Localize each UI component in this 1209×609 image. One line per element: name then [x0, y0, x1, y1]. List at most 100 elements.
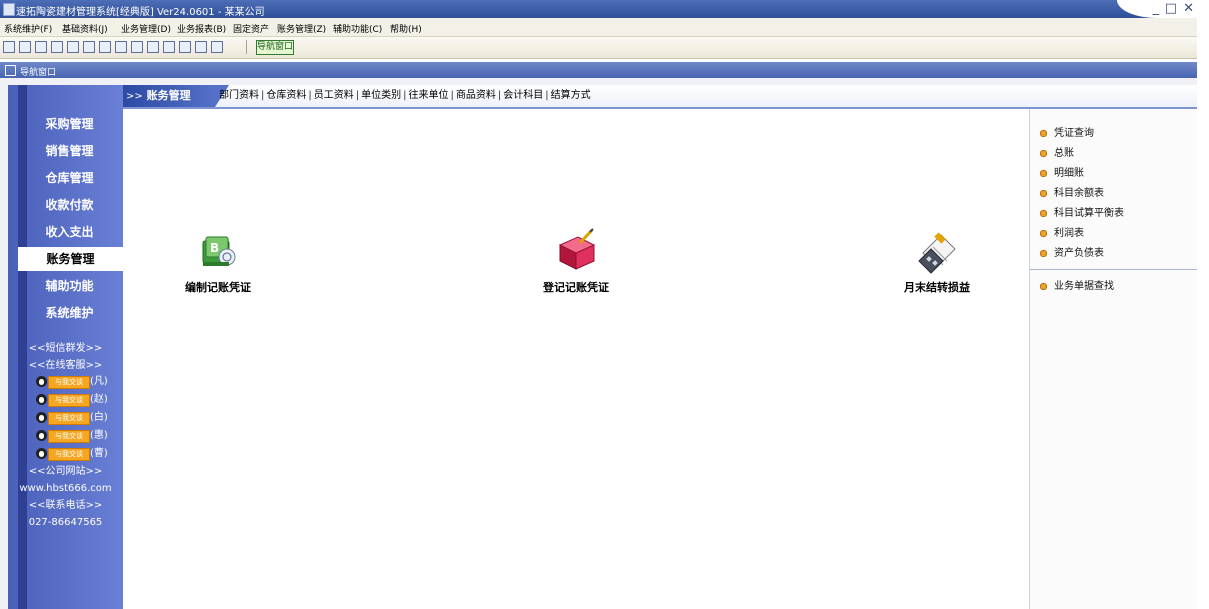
bullet-icon [1040, 149, 1047, 157]
menu-fixed-assets[interactable]: 固定资产 [233, 22, 269, 35]
quick-links: 部门资料 | 仓库资料 | 员工资料 | 单位类别 | 往来单位 | 商品资料 | 会计科目 | 结算方式 [219, 90, 591, 101]
svg-text:B: B [210, 241, 219, 255]
sidebar-item-payments[interactable]: 收款付款 [18, 193, 121, 217]
minimize-button[interactable]: _ [1153, 1, 1160, 17]
qq-contact[interactable]: 与我交谈 (曹) [36, 447, 111, 461]
tool-bar: 导航窗口 [0, 37, 1197, 59]
menu-help[interactable]: 帮助(H) [390, 22, 422, 35]
sidebar-item-warehouse[interactable]: 仓库管理 [18, 166, 121, 190]
menu-reports[interactable]: 业务报表(B) [177, 22, 226, 35]
note-icon[interactable] [115, 41, 127, 53]
create-voucher-label: 编制记账凭证 [185, 281, 251, 294]
menu-accounting[interactable]: 账务管理(Z) [277, 22, 326, 35]
website-label: <<公司网站>> [28, 466, 103, 477]
qq-contact-name: (凡) [90, 376, 108, 387]
sms-link[interactable]: <<短信群发>> [8, 342, 123, 355]
ledger-book-icon [552, 227, 600, 275]
qq-contact-name: (惠) [90, 430, 108, 441]
window-icon [5, 65, 16, 76]
create-voucher-action[interactable]: B 编制记账凭证 [148, 227, 288, 295]
qq-chat-badge: 与我交谈 [48, 448, 90, 461]
menu-system[interactable]: 系统维护(F) [4, 22, 52, 35]
maximize-button[interactable]: □ [1165, 1, 1177, 17]
close-button[interactable]: ✕ [1183, 1, 1194, 17]
online-service-link[interactable]: <<在线客服>> [8, 359, 123, 372]
qq-contact[interactable]: 与我交谈 (赵) [36, 393, 111, 407]
sidebar-item-accounting[interactable]: 账务管理 [18, 247, 123, 271]
link-accounts[interactable]: 会计科目 [503, 90, 543, 101]
report-link-balance-sheet[interactable]: 资产负债表 [1040, 244, 1104, 264]
bullet-icon [1040, 129, 1047, 137]
new-icon[interactable] [3, 41, 15, 53]
nav-panel-header: 导航窗口 [0, 62, 1197, 78]
sidebar-item-purchase[interactable]: 采购管理 [18, 112, 121, 136]
report-link-voucher-query[interactable]: 凭证查询 [1040, 124, 1094, 144]
menu-bar: 系统维护(F) 基础资料(J) 业务管理(D) 业务报表(B) 固定资产 账务管… [0, 18, 1197, 37]
nav-window-button[interactable]: 导航窗口 [256, 40, 294, 55]
copy-icon[interactable] [35, 41, 47, 53]
qq-penguin-icon [36, 412, 47, 423]
link-unit-categories[interactable]: 单位类别 [361, 90, 401, 101]
bullet-icon [1040, 169, 1047, 177]
qq-contact[interactable]: 与我交谈 (凡) [36, 375, 111, 389]
print-icon[interactable] [179, 41, 191, 53]
tab-arrow: >> [126, 91, 143, 102]
save-icon[interactable] [163, 41, 175, 53]
qq-contact[interactable]: 与我交谈 (惠) [36, 429, 111, 443]
nav-panel-title: 导航窗口 [20, 68, 57, 78]
tab-accounting-label: 账务管理 [146, 89, 191, 102]
toolbar-separator [246, 40, 247, 54]
register-voucher-action[interactable]: 登记记账凭证 [506, 227, 646, 295]
edit-icon[interactable] [67, 41, 79, 53]
qq-chat-badge: 与我交谈 [48, 412, 90, 425]
list-icon[interactable] [51, 41, 63, 53]
report-link-document-search[interactable]: 业务单据查找 [1040, 277, 1114, 297]
menu-auxiliary[interactable]: 辅助功能(C) [333, 22, 382, 35]
link-settlement[interactable]: 结算方式 [551, 90, 591, 101]
website-link[interactable]: www.hbst666.com [8, 482, 123, 495]
link-warehouses[interactable]: 仓库资料 [266, 90, 306, 101]
qq-chat-badge: 与我交谈 [48, 394, 90, 407]
qq-chat-badge: 与我交谈 [48, 376, 90, 389]
qq-penguin-icon [36, 430, 47, 441]
phone-number: 027-86647565 [28, 517, 103, 528]
help-icon[interactable] [195, 41, 207, 53]
bullet-icon [1040, 249, 1047, 257]
link-partners[interactable]: 往来单位 [409, 90, 449, 101]
exit-icon[interactable] [211, 41, 223, 53]
qq-contact-name: (赵) [90, 394, 108, 405]
mail-icon[interactable] [147, 41, 159, 53]
report-link-detail-ledger[interactable]: 明细账 [1040, 164, 1084, 184]
app-icon [3, 3, 15, 16]
report-link-trial-balance[interactable]: 科目试算平衡表 [1040, 204, 1124, 224]
tab-accounting[interactable]: >> 账务管理 [123, 85, 229, 107]
menu-business[interactable]: 业务管理(D) [121, 22, 171, 35]
title-bar: 速拓陶瓷建材管理系统[经典版] Ver24.0601 - 某某公司 _ □ ✕ [0, 0, 1197, 18]
sidebar-item-sales[interactable]: 销售管理 [18, 139, 121, 163]
register-voucher-label: 登记记账凭证 [543, 281, 609, 294]
report-link-account-balance[interactable]: 科目余额表 [1040, 184, 1104, 204]
link-products[interactable]: 商品资料 [456, 90, 496, 101]
report-link-income-statement[interactable]: 利润表 [1040, 224, 1084, 244]
sidebar: 采购管理 销售管理 仓库管理 收款付款 收入支出 账务管理 辅助功能 系统维护 … [8, 85, 123, 609]
qq-contact[interactable]: 与我交谈 (白) [36, 411, 111, 425]
link-employees[interactable]: 员工资料 [314, 90, 354, 101]
users-icon[interactable] [99, 41, 111, 53]
report-panel-divider [1030, 269, 1197, 270]
link-departments[interactable]: 部门资料 [219, 90, 259, 101]
sidebar-item-system[interactable]: 系统维护 [18, 301, 121, 325]
report-link-general-ledger[interactable]: 总账 [1040, 144, 1074, 164]
open-icon[interactable] [19, 41, 31, 53]
sidebar-item-income-expense[interactable]: 收入支出 [18, 220, 121, 244]
sidebar-item-auxiliary[interactable]: 辅助功能 [18, 274, 121, 298]
window-title: 速拓陶瓷建材管理系统[经典版] Ver24.0601 - 某某公司 [16, 7, 265, 18]
menu-basic-data[interactable]: 基础资料(J) [62, 22, 108, 35]
month-end-action[interactable]: 月末结转损益 [867, 227, 1007, 295]
bullet-icon [1040, 209, 1047, 217]
document-icon[interactable] [131, 41, 143, 53]
report-panel: 凭证查询 总账 明细账 科目余额表 科目试算平衡表 利润表 资产负债表 业务单据… [1029, 109, 1197, 609]
qq-chat-badge: 与我交谈 [48, 430, 90, 443]
qq-contact-name: (白) [90, 412, 108, 423]
phone-label: <<联系电话>> [28, 500, 103, 511]
refresh-icon[interactable] [83, 41, 95, 53]
